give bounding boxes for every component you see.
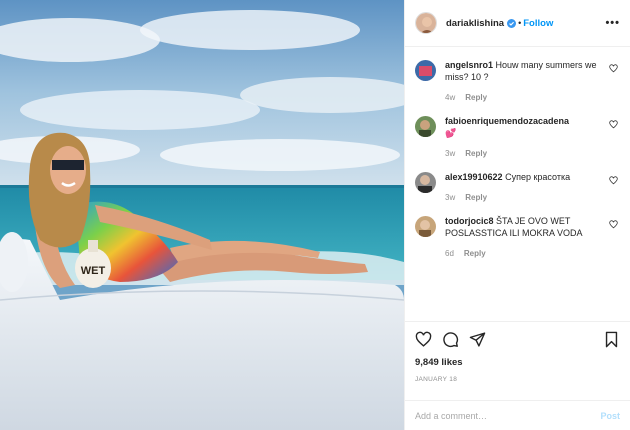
comment-item: alex19910622 Супер красотка 3w Reply [415, 171, 620, 202]
comment-text: todorjocic8 ŠTA JE OVO WET POSLASSTICA I… [445, 216, 583, 238]
comment-input[interactable] [415, 410, 601, 421]
commenter-avatar[interactable] [415, 116, 436, 137]
more-options-button[interactable]: ••• [605, 17, 620, 29]
commenter-username[interactable]: todorjocic8 [445, 216, 494, 226]
comment-time: 6d [445, 249, 454, 258]
post-date: JANUARY 18 [415, 376, 458, 383]
comment-like-icon[interactable] [609, 220, 618, 229]
commenter-avatar[interactable] [415, 216, 436, 237]
reply-button[interactable]: Reply [465, 93, 487, 102]
comments-list: angelsnro1 Houw many summers we miss? 10… [405, 47, 630, 321]
author-username[interactable]: dariaklishina [446, 18, 504, 29]
comment-item: todorjocic8 ŠTA JE OVO WET POSLASSTICA I… [415, 215, 620, 258]
bookmark-icon[interactable] [603, 331, 620, 348]
post-photo[interactable]: WET [0, 0, 404, 430]
add-comment-bar: Post [405, 400, 630, 430]
verified-badge-icon [507, 18, 517, 28]
author-avatar[interactable] [415, 12, 437, 34]
heart-icon[interactable] [415, 331, 432, 348]
commenter-username[interactable]: fabioenriquemendozacadena [445, 116, 569, 126]
commenter-avatar[interactable] [415, 60, 436, 81]
reply-button[interactable]: Reply [464, 249, 486, 258]
post-actions: 9,849 likes JANUARY 18 [405, 321, 630, 400]
comment-icon[interactable] [442, 331, 459, 348]
comment-like-icon[interactable] [609, 64, 618, 73]
comment-time: 3w [445, 193, 456, 202]
post-side-panel: dariaklishina • Follow ••• angelsnro1 Ho… [404, 0, 630, 430]
comment-like-icon[interactable] [609, 176, 618, 185]
reply-button[interactable]: Reply [465, 149, 487, 158]
comment-text: fabioenriquemendozacadena 💕 [445, 116, 570, 138]
paper-plane-icon[interactable] [469, 331, 486, 348]
comment-like-icon[interactable] [609, 120, 618, 129]
commenter-avatar[interactable] [415, 172, 436, 193]
likes-count[interactable]: 9,849 likes [415, 357, 620, 368]
comment-item: fabioenriquemendozacadena 💕 3w Reply [415, 115, 620, 158]
follow-button[interactable]: Follow [523, 18, 553, 29]
separator-dot: • [518, 18, 522, 28]
comment-text: alex19910622 Супер красотка [445, 172, 571, 182]
commenter-username[interactable]: alex19910622 [445, 172, 503, 182]
reply-button[interactable]: Reply [465, 193, 487, 202]
instagram-post: WET dariaklishina • Follow ••• angelsnro… [0, 0, 630, 430]
comment-time: 4w [445, 93, 456, 102]
beach-photo: WET [0, 0, 404, 430]
comment-time: 3w [445, 149, 456, 158]
comment-item: angelsnro1 Houw many summers we miss? 10… [415, 59, 620, 102]
post-comment-button[interactable]: Post [600, 411, 620, 421]
bottle-label: WET [81, 265, 106, 277]
commenter-username[interactable]: angelsnro1 [445, 60, 493, 70]
post-header: dariaklishina • Follow ••• [405, 0, 630, 47]
comment-text: angelsnro1 Houw many summers we miss? 10… [445, 60, 597, 82]
